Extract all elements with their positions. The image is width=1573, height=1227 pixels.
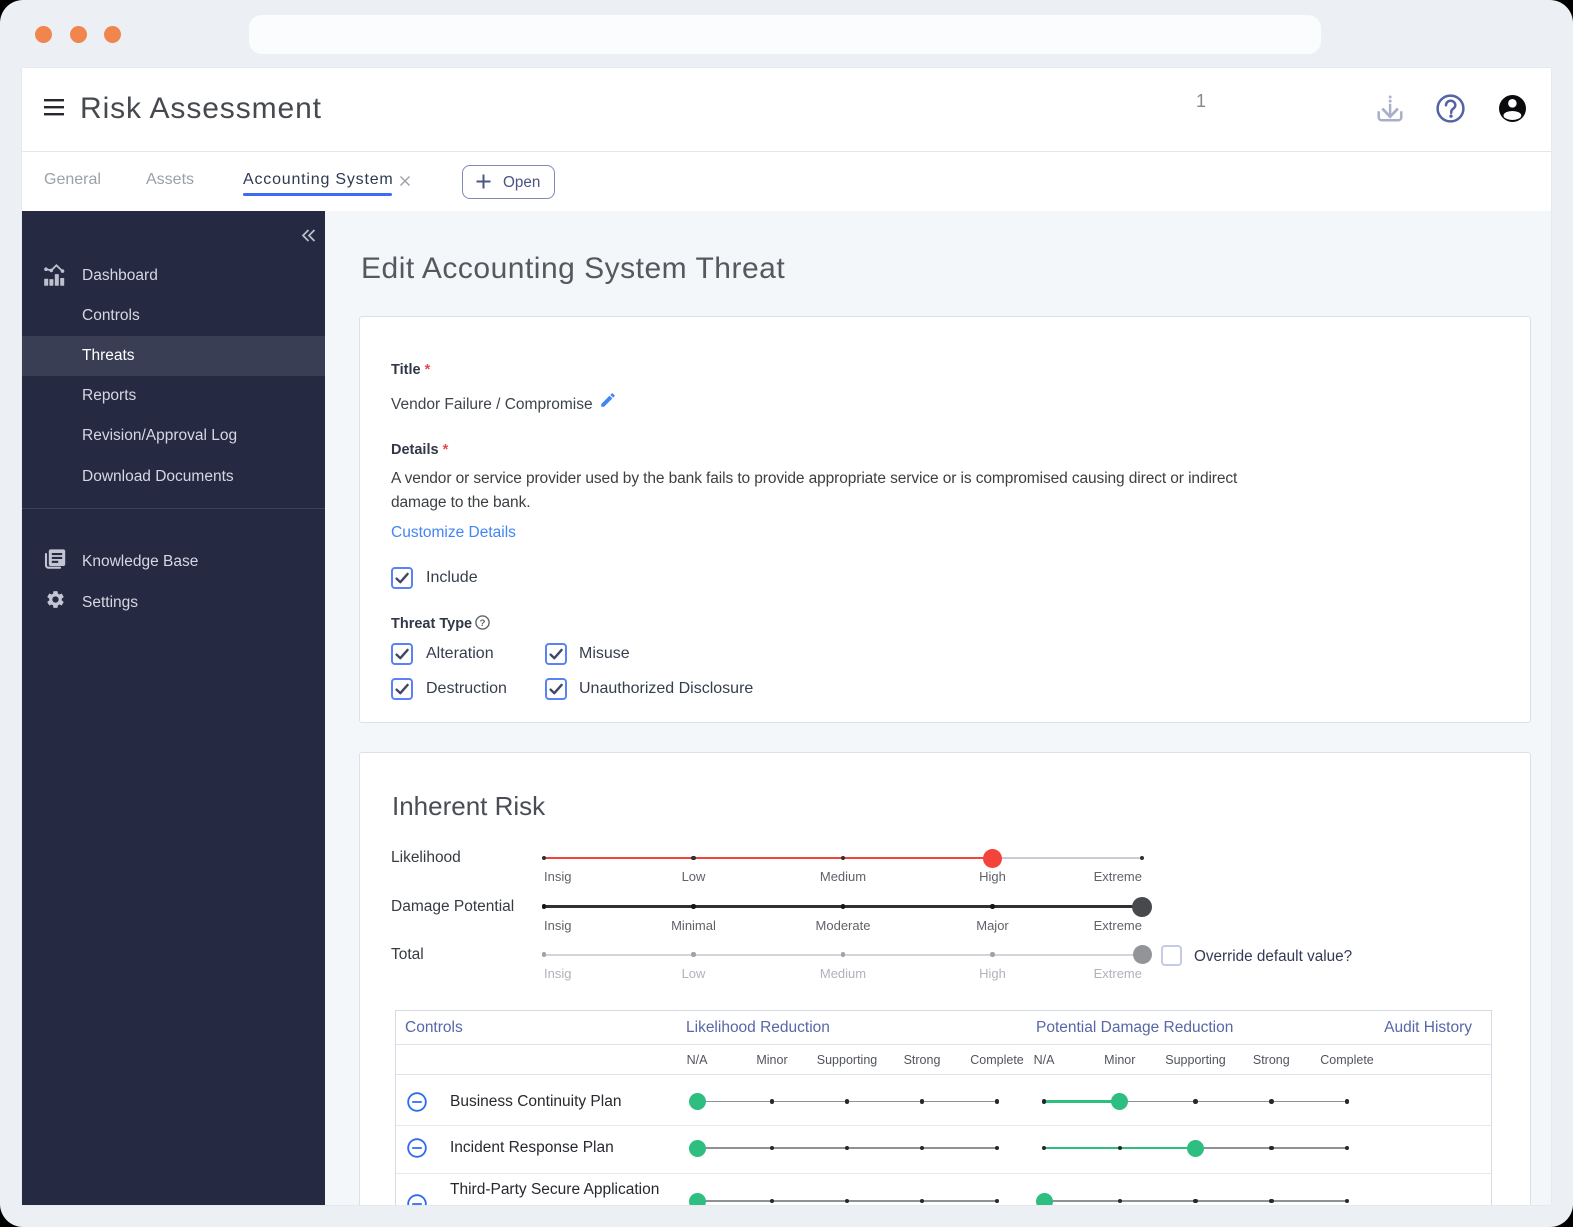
svg-text:?: ? bbox=[480, 618, 486, 629]
